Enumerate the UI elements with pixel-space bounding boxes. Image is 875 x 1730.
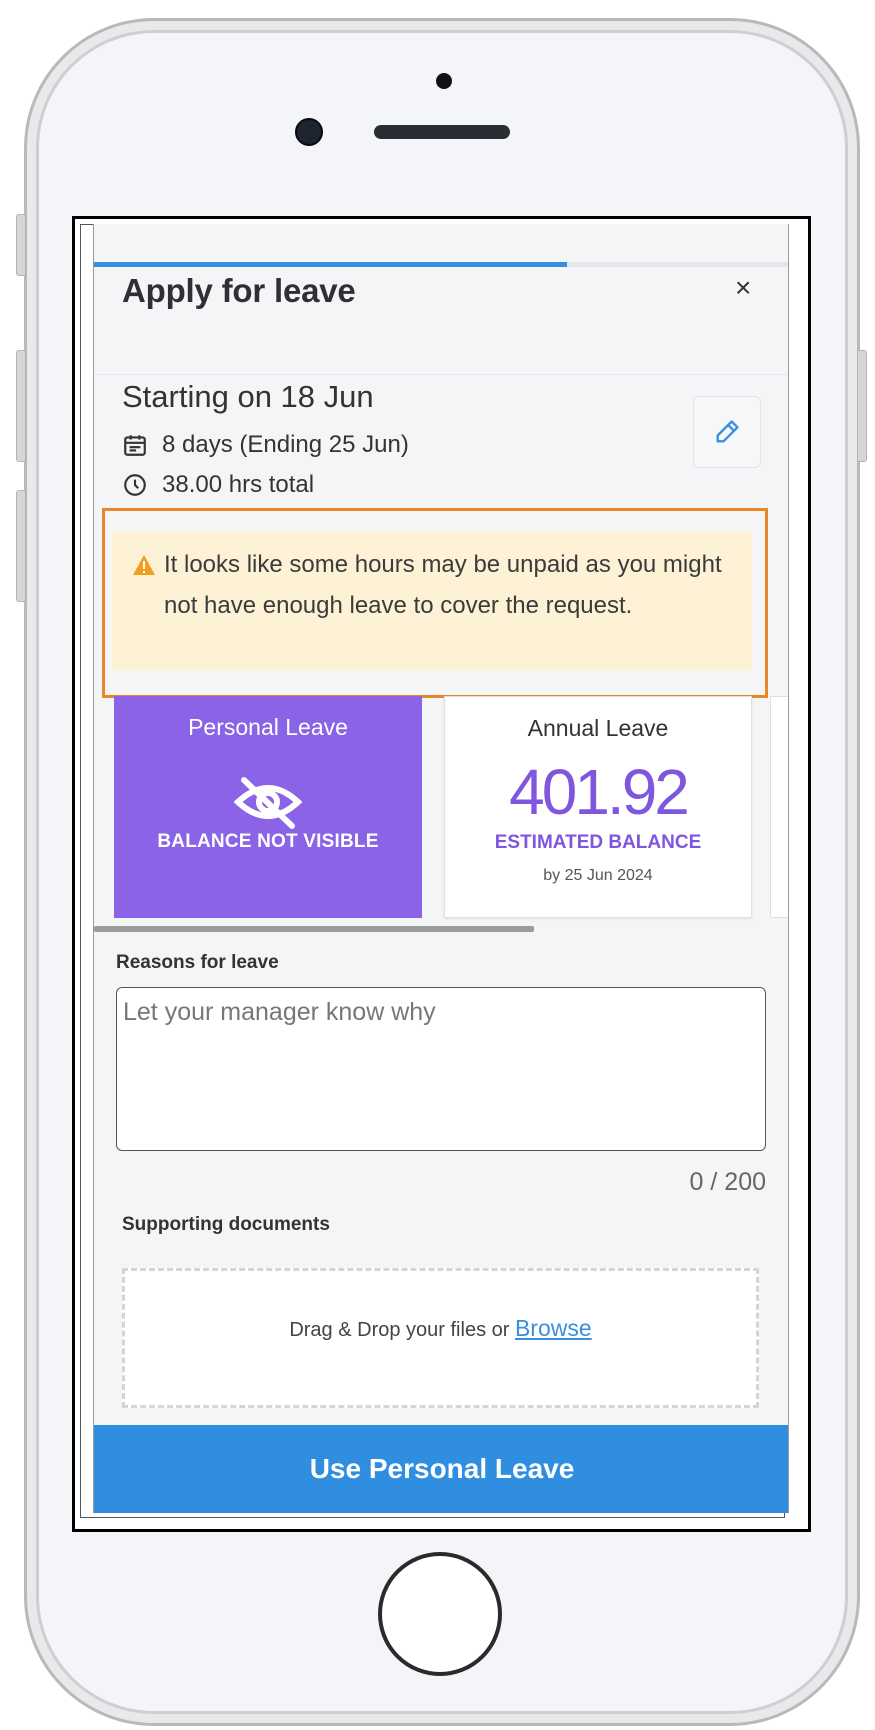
close-icon[interactable]: × bbox=[735, 272, 751, 303]
duration-row: 8 days (Ending 25 Jun) bbox=[122, 431, 409, 459]
progress-fill bbox=[94, 262, 568, 267]
use-personal-leave-button[interactable]: Use Personal Leave bbox=[94, 1425, 788, 1513]
hours-row: 38.00 hrs total bbox=[122, 471, 314, 499]
documents-label: Supporting documents bbox=[122, 1214, 330, 1235]
power-button bbox=[857, 350, 867, 462]
close-button[interactable]: × bbox=[735, 272, 751, 304]
dropzone-instruction: Drag & Drop your files or bbox=[289, 1319, 515, 1341]
start-date: Starting on 18 Jun bbox=[122, 379, 374, 414]
proximity-sensor bbox=[436, 73, 452, 89]
reasons-input[interactable] bbox=[116, 987, 766, 1151]
horizontal-scrollbar[interactable] bbox=[94, 926, 534, 932]
reasons-label: Reasons for leave bbox=[116, 952, 279, 973]
balance-label: ESTIMATED BALANCE bbox=[494, 832, 702, 853]
eye-off-icon bbox=[233, 777, 303, 829]
home-button[interactable] bbox=[378, 1552, 502, 1676]
page-title: Apply for leave bbox=[122, 272, 356, 309]
hours-text: 38.00 hrs total bbox=[162, 471, 315, 498]
progress-bar bbox=[94, 262, 788, 267]
balance-date: by 25 Jun 2024 bbox=[543, 867, 653, 884]
leave-card-personal[interactable]: Personal Leave BALANCE NOT VISIBLE bbox=[114, 696, 422, 918]
pencil-icon[interactable] bbox=[713, 418, 741, 446]
earpiece-speaker bbox=[374, 125, 510, 139]
unpaid-warning: It looks like some hours may be unpaid a… bbox=[112, 532, 752, 670]
leave-card-annual[interactable]: Annual Leave 401.92 ESTIMATED BALANCE by… bbox=[444, 696, 752, 918]
clock-icon bbox=[124, 474, 146, 496]
balance-status: BALANCE NOT VISIBLE bbox=[157, 831, 379, 852]
front-camera bbox=[295, 118, 323, 146]
warning-text: It looks like some hours may be unpaid a… bbox=[164, 551, 722, 619]
character-counter: 0 / 200 bbox=[689, 1168, 766, 1196]
warning-icon bbox=[133, 555, 155, 575]
volume-down-button bbox=[16, 490, 26, 602]
browse-link[interactable]: Browse bbox=[515, 1315, 592, 1341]
apply-leave-modal: Apply for leave × Starting on 18 Jun 8 d… bbox=[93, 224, 789, 1513]
volume-up-button bbox=[16, 350, 26, 462]
leave-card-title: Annual Leave bbox=[527, 715, 669, 741]
divider bbox=[94, 374, 788, 375]
calendar-icon bbox=[124, 435, 146, 456]
edit-dates-button[interactable] bbox=[693, 396, 761, 468]
mute-switch bbox=[16, 214, 26, 276]
duration-text: 8 days (Ending 25 Jun) bbox=[162, 431, 409, 458]
leave-card-next[interactable] bbox=[770, 696, 788, 918]
dropzone-text: Drag & Drop your files or Browse bbox=[125, 1315, 756, 1342]
leave-card-title: Personal Leave bbox=[188, 714, 348, 740]
balance-value: 401.92 bbox=[509, 756, 690, 828]
file-dropzone[interactable]: Drag & Drop your files or Browse bbox=[122, 1268, 759, 1408]
